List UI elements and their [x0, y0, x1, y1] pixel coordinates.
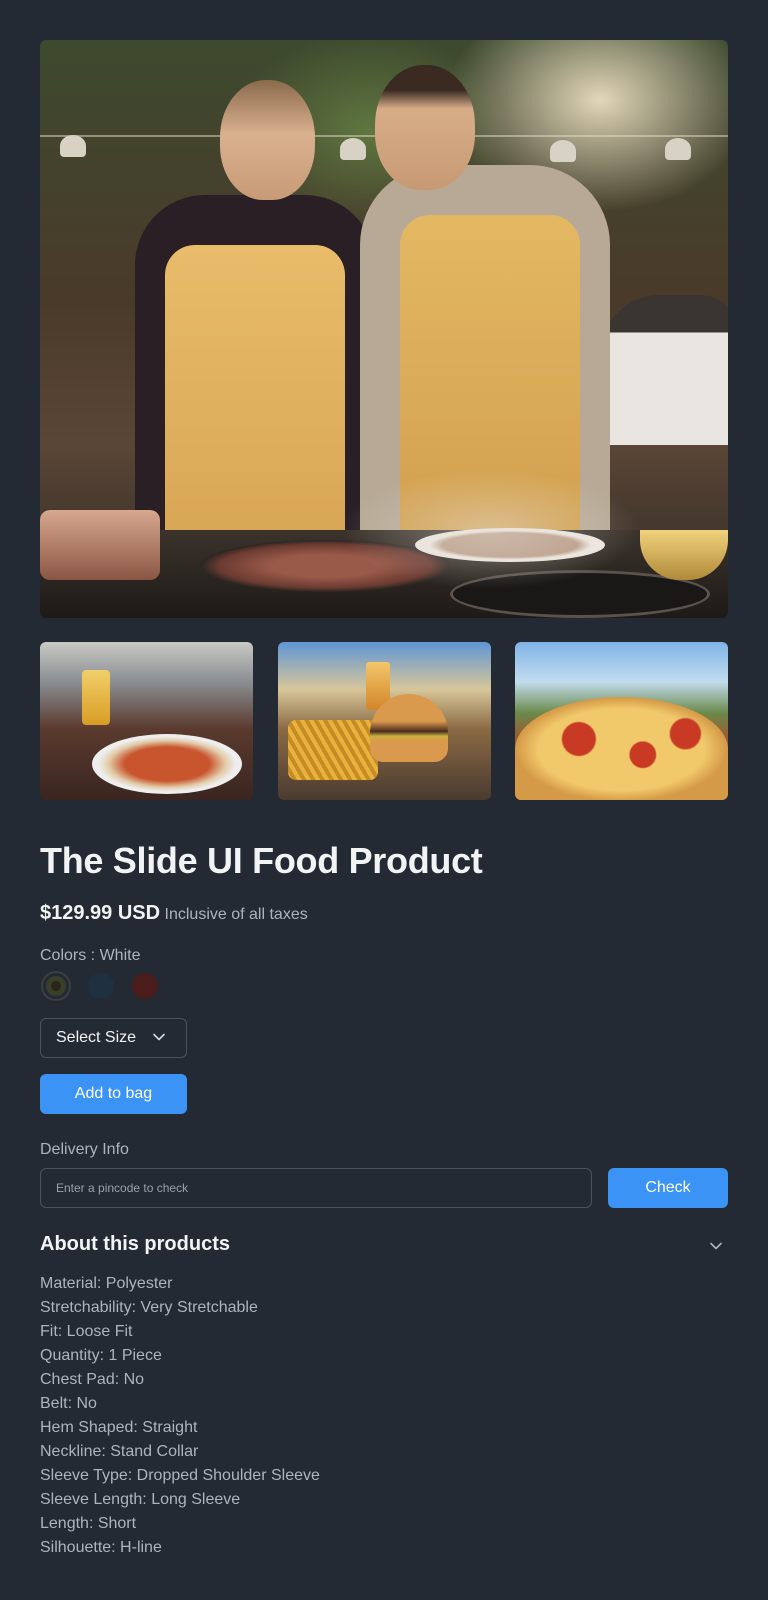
color-swatch[interactable] [88, 973, 114, 999]
thumbnail-pizza[interactable] [515, 642, 728, 800]
light-bulb [665, 138, 691, 160]
background-cook [600, 295, 728, 445]
spec-item: Quantity: 1 Piece [40, 1347, 162, 1364]
light-bulb [550, 140, 576, 162]
size-select[interactable]: Select Size [40, 1018, 187, 1058]
check-button[interactable]: Check [608, 1168, 728, 1208]
fries [288, 720, 378, 780]
about-title: About this products [40, 1233, 230, 1255]
man-head [375, 65, 475, 190]
price-row: $129.99 USD Inclusive of all taxes [40, 902, 308, 925]
food-tray [40, 510, 160, 580]
color-swatch-selected[interactable] [43, 973, 69, 999]
pizza [515, 697, 728, 800]
steam [340, 470, 640, 590]
chevron-down-icon[interactable] [708, 1238, 724, 1254]
size-select-label: Select Size [56, 1029, 137, 1046]
spec-item: Length: Short [40, 1515, 137, 1532]
chevron-down-icon [153, 1033, 165, 1041]
spec-item: Silhouette: H-line [40, 1539, 162, 1556]
pincode-input[interactable] [40, 1168, 592, 1208]
main-product-image[interactable] [40, 40, 728, 618]
spec-item: Chest Pad: No [40, 1371, 145, 1388]
pasta-plate [92, 734, 242, 794]
spec-item: Sleeve Length: Long Sleeve [40, 1491, 241, 1508]
juice-jar [82, 670, 110, 725]
spec-item: Neckline: Stand Collar [40, 1443, 199, 1460]
color-swatch[interactable] [132, 973, 158, 999]
spec-item: Belt: No [40, 1395, 97, 1412]
product-title: The Slide UI Food Product [40, 840, 483, 881]
woman-head [220, 80, 315, 200]
spec-list: Material: Polyester Stretchability: Very… [40, 1272, 320, 1560]
light-bulb [60, 135, 86, 157]
spec-item: Hem Shaped: Straight [40, 1419, 198, 1436]
light-bulb [340, 138, 366, 160]
spec-item: Fit: Loose Fit [40, 1323, 133, 1340]
add-to-bag-button[interactable]: Add to bag [40, 1074, 187, 1114]
product-price: $129.99 USD [40, 902, 161, 924]
spec-item: Stretchability: Very Stretchable [40, 1299, 258, 1316]
spec-item: Material: Polyester [40, 1275, 173, 1292]
delivery-label: Delivery Info [40, 1141, 129, 1158]
thumbnail-burger[interactable] [278, 642, 491, 800]
tax-note: Inclusive of all taxes [164, 906, 308, 923]
colors-label: Colors : White [40, 947, 141, 964]
woman-apron [165, 245, 345, 575]
thumbnail-pasta[interactable] [40, 642, 253, 800]
burger [370, 694, 448, 762]
spec-item: Sleeve Type: Dropped Shoulder Sleeve [40, 1467, 320, 1484]
